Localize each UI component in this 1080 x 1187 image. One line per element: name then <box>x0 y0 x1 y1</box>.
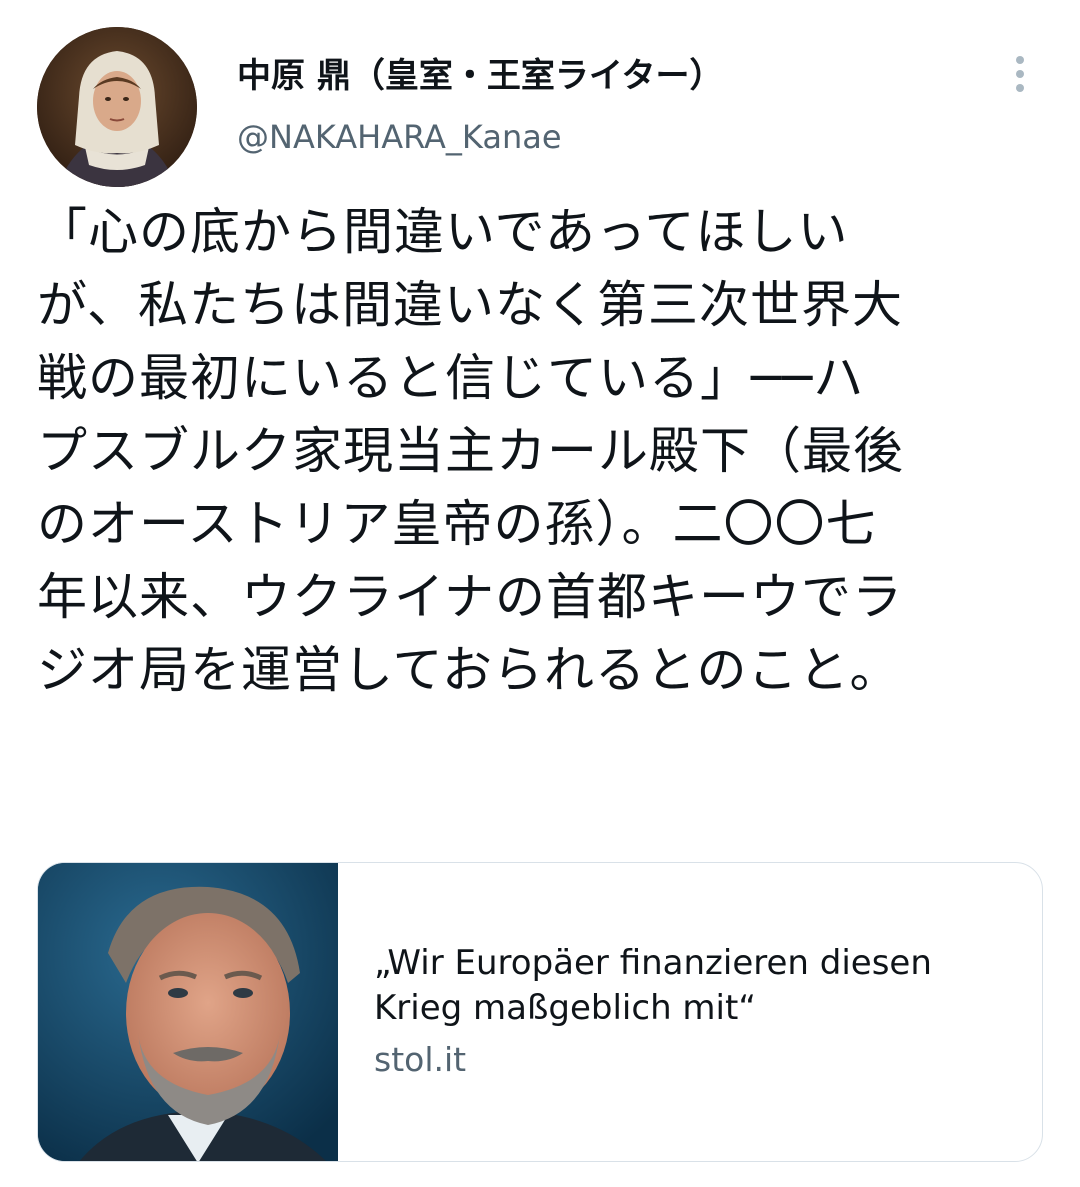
tweet-text-line: プスブルク家現当主カール殿下（最後 <box>37 422 904 480</box>
author-display-name[interactable]: 中原 鼎（皇室・王室ライター） <box>237 50 723 102</box>
card-title-line: Krieg maßgeblich mit“ <box>374 988 756 1028</box>
card-title-line: „Wir Europäer finanzieren diesen <box>374 943 932 983</box>
card-title: „Wir Europäer finanzieren diesen Krieg m… <box>374 941 1014 1031</box>
tweet-text-line: が、私たちは間違いなく第三次世界大 <box>37 276 903 334</box>
tweet: 中原 鼎（皇室・王室ライター） @NAKAHARA_Kanae 「心の底から間違… <box>0 0 1080 1187</box>
more-vertical-icon-dot-3 <box>1016 84 1024 92</box>
more-vertical-icon-dot-2 <box>1016 70 1024 78</box>
tweet-text-line: のオーストリア皇帝の孫）。二〇〇七 <box>37 495 877 553</box>
tweet-text-line: 「心の底から間違いであってほしい <box>37 203 849 261</box>
link-preview-card[interactable]: „Wir Europäer finanzieren diesen Krieg m… <box>37 862 1043 1162</box>
portrait-avatar-icon <box>37 27 197 187</box>
tweet-text: 「心の底から間違いであってほしい が、私たちは間違いなく第三次世界大 戦の最初に… <box>37 196 1047 707</box>
tweet-text-line: 戦の最初にいると信じている」──ハ <box>37 349 865 407</box>
article-thumbnail-icon <box>38 863 338 1161</box>
card-domain: stol.it <box>374 1040 467 1079</box>
author-handle[interactable]: @NAKAHARA_Kanae <box>237 114 562 160</box>
tweet-text-line: ジオ局を運営しておられるとのこと。 <box>37 641 901 699</box>
more-vertical-icon <box>1016 56 1024 64</box>
avatar[interactable] <box>37 27 197 187</box>
more-options-button[interactable] <box>996 50 1044 98</box>
card-thumbnail <box>38 863 338 1161</box>
card-text: „Wir Europäer finanzieren diesen Krieg m… <box>374 941 1014 1082</box>
tweet-text-line: 年以来、ウクライナの首都キーウでラ <box>37 568 903 626</box>
